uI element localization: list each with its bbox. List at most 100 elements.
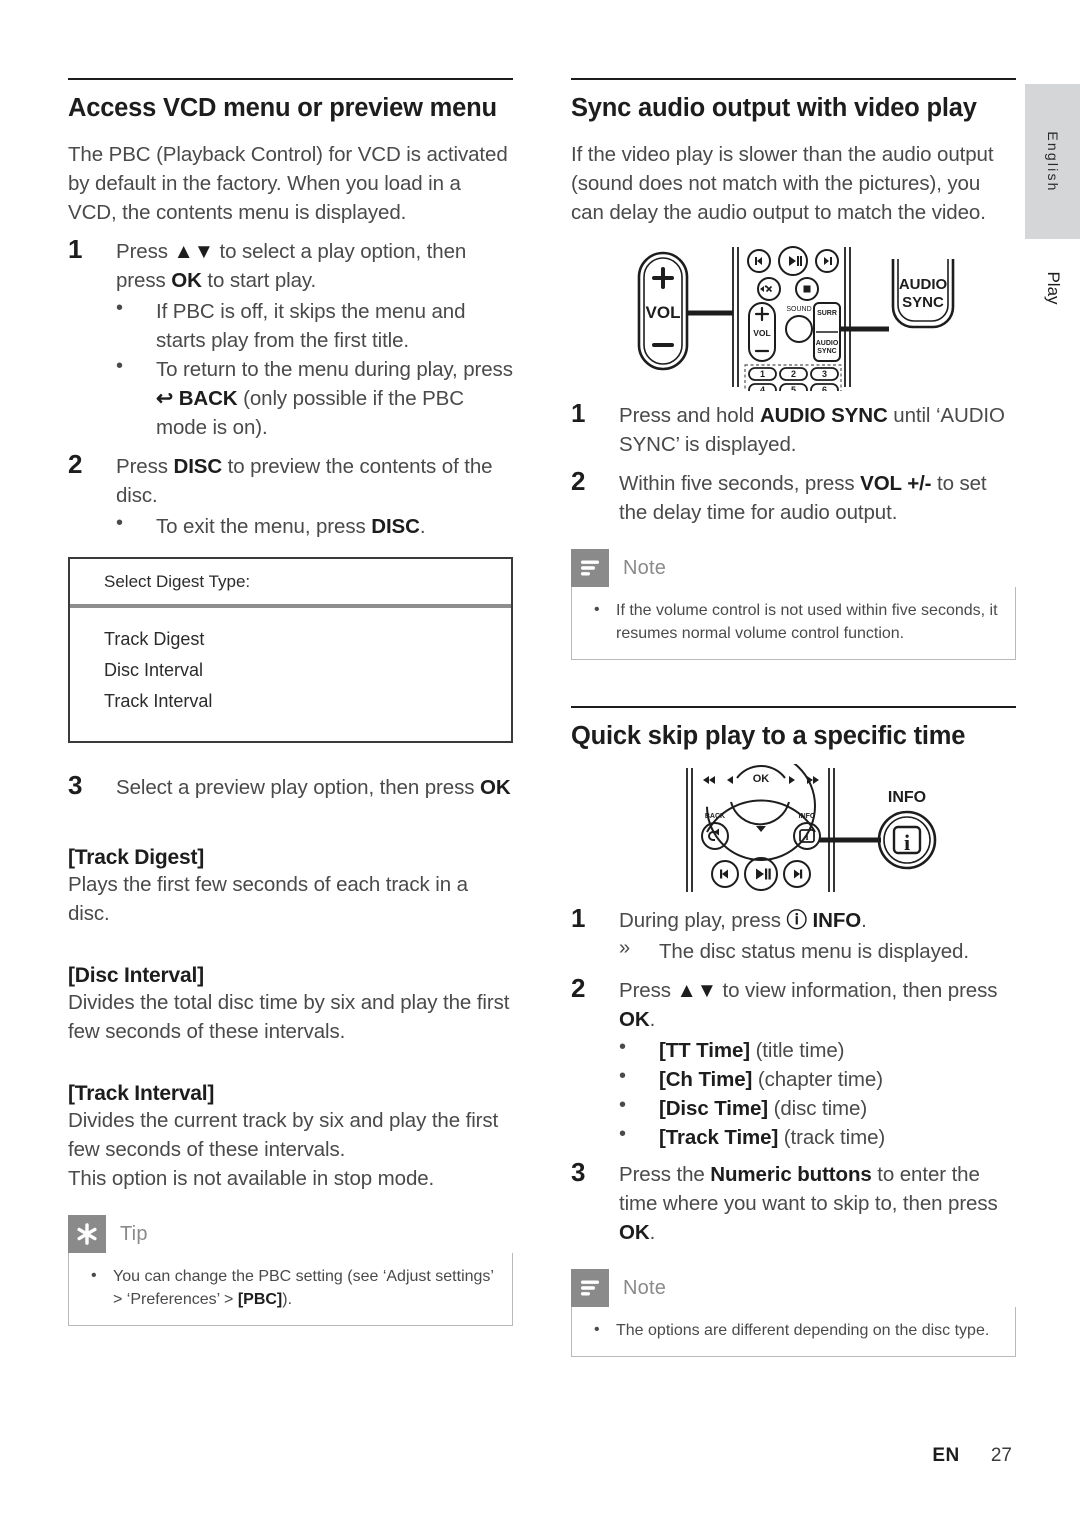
tip-callout-tab: Tip: [68, 1215, 513, 1254]
time-option-label: [TT Time]: [659, 1039, 750, 1063]
language-tab: English: [1025, 84, 1080, 239]
screen-option-list: Track Digest Disc Interval Track Interva…: [70, 608, 511, 741]
tip-asterisk-icon: [68, 1215, 106, 1254]
chapter-tab: Play: [1025, 258, 1080, 318]
tip-callout-body: • You can change the PBC setting (see ‘A…: [68, 1253, 513, 1327]
svg-text:SYNC: SYNC: [817, 348, 836, 355]
svg-text:i: i: [805, 832, 808, 843]
step-1-quick-skip: 1 During play, press ⓘ INFO.: [571, 903, 1016, 935]
svg-text:INFO: INFO: [887, 789, 925, 806]
svg-text:AUDIO: AUDIO: [899, 276, 948, 293]
screen-option-disc-interval[interactable]: Disc Interval: [104, 655, 511, 686]
left-column: Access VCD menu or preview menu The PBC …: [68, 78, 513, 1327]
note-label: Note: [623, 1276, 667, 1299]
step-number: 2: [68, 449, 83, 480]
step-number: 1: [68, 234, 83, 265]
note-item-text: The options are different depending on t…: [616, 1322, 990, 1340]
page-footer: EN 27: [0, 1445, 1012, 1467]
bullet-dot-icon: •: [619, 1065, 627, 1088]
note-lines-icon: [571, 1269, 609, 1308]
intro-paragraph-sync-audio: If the video play is slower than the aud…: [571, 143, 994, 225]
svg-text:5: 5: [791, 385, 796, 391]
note-callout-body: • The options are different depending on…: [571, 1307, 1016, 1358]
definition-body-track-interval-2: This option is not available in stop mod…: [68, 1167, 435, 1191]
bullet-dot-icon: •: [619, 1036, 627, 1059]
section-title-sync-audio: Sync audio output with video play: [571, 94, 977, 122]
time-option-desc: (disc time): [768, 1097, 868, 1121]
bullet-text: To return to the menu during play, press…: [156, 358, 513, 440]
step-2-quick-skip: 2 Press ▲▼ to view information, then pre…: [571, 973, 1016, 1034]
remote-info-diagram: OK BACK INFO i INFO i: [685, 764, 936, 893]
time-option-desc: (chapter time): [752, 1068, 883, 1092]
step-text: Press ▲▼ to view information, then press…: [619, 979, 998, 1032]
svg-text:VOL: VOL: [646, 303, 681, 322]
svg-text:3: 3: [822, 369, 827, 379]
screen-option-track-digest[interactable]: Track Digest: [104, 624, 511, 655]
svg-text:6: 6: [822, 385, 827, 391]
bullet-dot-icon: •: [619, 1094, 627, 1117]
svg-text:SOUND: SOUND: [786, 306, 811, 313]
note-item-text: If the volume control is not used within…: [616, 602, 998, 643]
bullet-text: To exit the menu, press DISC.: [156, 515, 426, 539]
time-option-disc: • [Disc Time] (disc time): [571, 1094, 1016, 1123]
svg-text:VOL: VOL: [753, 328, 770, 338]
step-text: Press ▲▼ to select a play option, then p…: [116, 240, 467, 293]
step-text: Press DISC to preview the contents of th…: [116, 455, 493, 508]
bullet-text: If PBC is off, it skips the menu and sta…: [156, 300, 466, 353]
note-callout-tab: Note: [571, 549, 1016, 588]
svg-text:4: 4: [760, 385, 765, 391]
step-2-sync: 2 Within five seconds, press VOL +/- to …: [571, 466, 1016, 527]
heading-rule-right-1: [571, 78, 1016, 80]
definition-body-track-digest: Plays the first few seconds of each trac…: [68, 873, 468, 926]
footer-language-code: EN: [932, 1445, 960, 1466]
note-callout-1: Note • If the volume control is not used…: [571, 549, 1016, 661]
note-lines-icon: [571, 549, 609, 588]
note-label: Note: [623, 556, 667, 579]
note-callout-2: Note • The options are different dependi…: [571, 1269, 1016, 1358]
screen-title: Select Digest Type:: [70, 559, 511, 609]
language-tab-label: English: [1044, 130, 1061, 193]
svg-text:BACK: BACK: [704, 813, 724, 820]
screen-option-track-interval[interactable]: Track Interval: [104, 686, 511, 717]
step-number: 1: [571, 903, 586, 934]
svg-text:i: i: [903, 830, 909, 855]
svg-text:2: 2: [791, 369, 796, 379]
step-number: 3: [571, 1157, 586, 1188]
time-option-label: [Disc Time]: [659, 1097, 769, 1121]
note-callout-tab: Note: [571, 1269, 1016, 1308]
info-icon: ⓘ: [786, 909, 808, 933]
step-2-left: 2 Press DISC to preview the contents of …: [68, 449, 513, 510]
step-2-bullet-1: • To exit the menu, press DISC.: [68, 512, 513, 541]
step-number: 2: [571, 466, 586, 497]
figure-remote-audio-sync: VOL VOL SOUND SURR AUDIO SYNC 1 2 3 4 5 …: [571, 241, 1016, 392]
svg-text:INFO: INFO: [798, 813, 815, 820]
tip-callout: Tip • You can change the PBC setting (se…: [68, 1215, 513, 1327]
note-item: • The options are different depending on…: [588, 1319, 999, 1342]
svg-text:AUDIO: AUDIO: [816, 340, 839, 347]
time-option-tt: • [TT Time] (title time): [571, 1036, 1016, 1065]
note-callout-body: • If the volume control is not used with…: [571, 587, 1016, 661]
select-digest-type-screen: Select Digest Type: Track Digest Disc In…: [68, 557, 513, 744]
result-arrow-icon: »: [619, 937, 631, 960]
heading-rule-right-2: [571, 706, 1016, 709]
svg-text:SYNC: SYNC: [902, 294, 944, 311]
step-text: Within five seconds, press VOL +/- to se…: [619, 472, 987, 525]
bullet-dot-icon: •: [619, 1123, 627, 1146]
tip-label: Tip: [120, 1222, 148, 1245]
step-1-result: » The disc status menu is displayed.: [571, 937, 1016, 966]
step-3-left: 3 Select a preview play option, then pre…: [68, 770, 513, 802]
footer-page-number: 27: [990, 1445, 1012, 1466]
step-1-bullet-2: • To return to the menu during play, pre…: [68, 355, 513, 442]
step-text: During play, press ⓘ INFO.: [619, 909, 867, 932]
back-arrow-icon: ↩: [156, 387, 174, 411]
chapter-tab-label: Play: [1043, 271, 1063, 305]
definition-term-track-digest: [Track Digest]: [68, 846, 205, 870]
time-option-desc: (title time): [749, 1039, 845, 1063]
bullet-dot-icon: •: [116, 355, 124, 378]
step-number: 2: [571, 973, 586, 1004]
note-item: • If the volume control is not used with…: [588, 599, 999, 645]
time-option-track: • [Track Time] (track time): [571, 1123, 1016, 1152]
definition-term-track-interval: [Track Interval]: [68, 1082, 215, 1106]
step-number: 3: [68, 770, 83, 801]
bullet-dot-icon: •: [116, 512, 124, 535]
